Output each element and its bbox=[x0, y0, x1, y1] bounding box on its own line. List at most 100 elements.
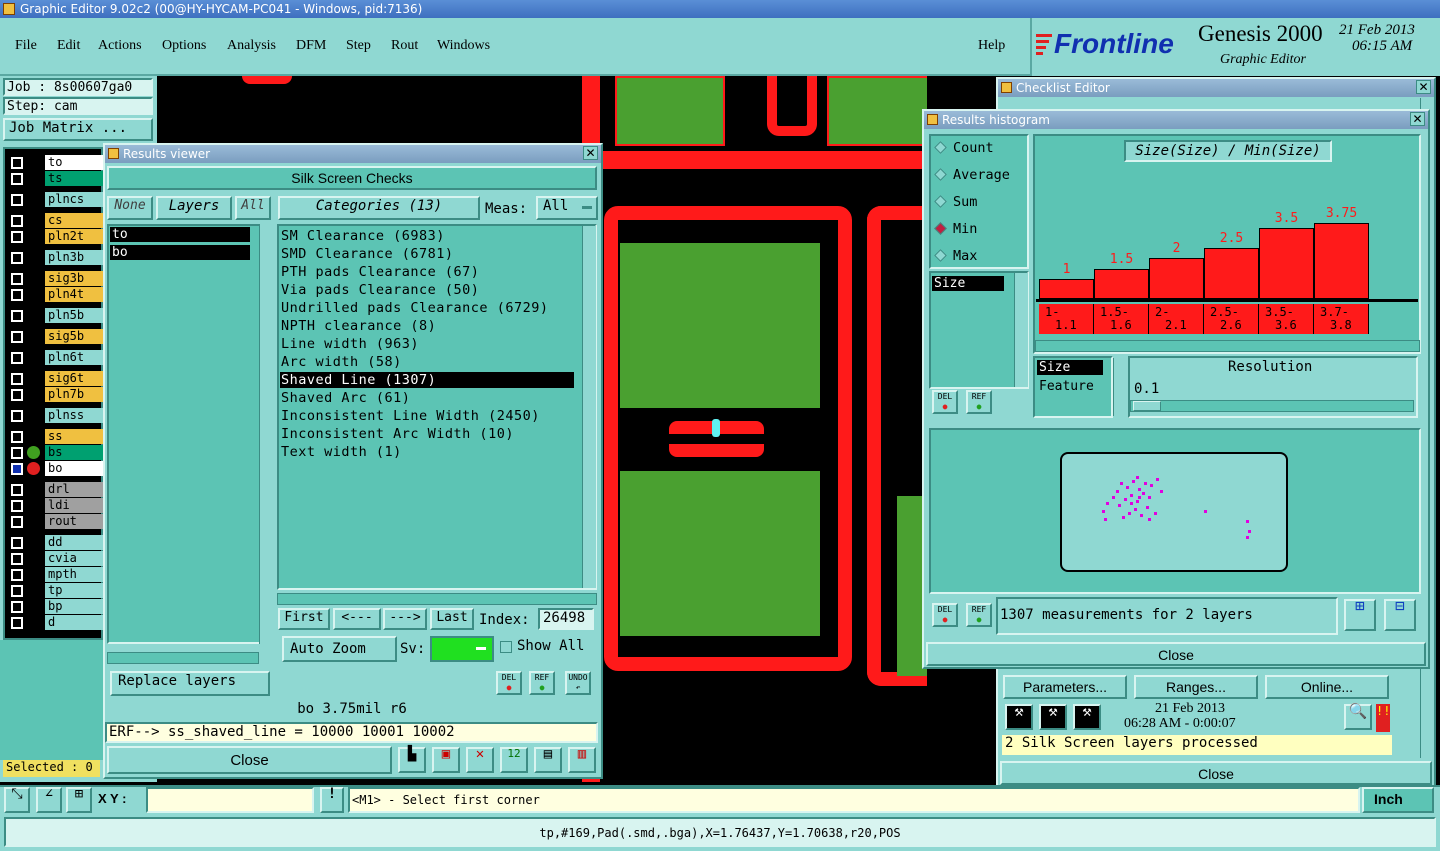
layer-checkbox[interactable] bbox=[11, 173, 23, 185]
layer-row[interactable]: sig3b bbox=[6, 271, 106, 286]
layer-checkbox[interactable] bbox=[11, 231, 23, 243]
category-item[interactable]: Shaved Arc (61) bbox=[281, 390, 410, 406]
auto-zoom-select[interactable]: Auto Zoom bbox=[282, 636, 397, 662]
category-item[interactable]: Shaved Line (1307) bbox=[281, 372, 436, 388]
dist-ref-button[interactable]: REF ● bbox=[966, 603, 992, 627]
layer-list-hscroll[interactable] bbox=[107, 652, 259, 664]
layer-checkbox[interactable] bbox=[11, 447, 23, 459]
layer-checkbox[interactable] bbox=[11, 553, 23, 565]
category-item[interactable]: NPTH clearance (8) bbox=[281, 318, 436, 334]
layer-row[interactable]: d bbox=[6, 615, 106, 630]
results-close-button[interactable]: Close bbox=[107, 746, 392, 774]
resolution-slider-handle[interactable] bbox=[1133, 401, 1161, 411]
menu-actions[interactable]: Actions bbox=[98, 38, 142, 54]
menu-step[interactable]: Step bbox=[346, 38, 371, 54]
layers-button[interactable]: Layers bbox=[156, 196, 232, 220]
menu-help[interactable]: Help bbox=[978, 38, 1005, 54]
layer-checkbox[interactable] bbox=[11, 331, 23, 343]
layer-row[interactable]: dd bbox=[6, 535, 106, 550]
menu-windows[interactable]: Windows bbox=[437, 38, 490, 54]
layer-checkbox[interactable] bbox=[11, 410, 23, 422]
ref-button[interactable]: REF ● bbox=[529, 671, 555, 695]
category-hscroll[interactable] bbox=[277, 593, 597, 605]
layer-checkbox[interactable] bbox=[11, 157, 23, 169]
layer-checkbox[interactable] bbox=[11, 252, 23, 264]
histogram-bar[interactable] bbox=[1039, 279, 1094, 299]
layer-checkbox[interactable] bbox=[11, 215, 23, 227]
mode-radio-min[interactable]: Min bbox=[934, 221, 977, 237]
layer-checkbox[interactable] bbox=[11, 500, 23, 512]
resolution-slider[interactable] bbox=[1130, 400, 1414, 412]
all-button[interactable]: All bbox=[235, 196, 271, 220]
layer-row[interactable]: mpth bbox=[6, 567, 106, 582]
first-button[interactable]: First bbox=[278, 608, 330, 630]
show-all-checkbox[interactable] bbox=[500, 641, 512, 653]
index-input[interactable]: 26498 bbox=[538, 608, 594, 630]
category-item[interactable]: Text width (1) bbox=[281, 444, 402, 460]
category-scrollbar[interactable] bbox=[582, 226, 596, 588]
grid-icon[interactable]: ⊞ bbox=[66, 787, 92, 813]
ref-delete-icon[interactable]: ✕ bbox=[466, 747, 494, 773]
layer-view-icon[interactable]: ▣ bbox=[432, 747, 460, 773]
layer-row[interactable]: plncs bbox=[6, 192, 106, 207]
layer-checkbox[interactable] bbox=[11, 273, 23, 285]
last-button[interactable]: Last bbox=[430, 608, 474, 630]
report-icon[interactable]: ▤ bbox=[534, 747, 562, 773]
hist-del-button[interactable]: DEL ● bbox=[932, 390, 958, 414]
category-item[interactable]: Arc width (58) bbox=[281, 354, 402, 370]
size-list-scrollbar[interactable] bbox=[1113, 358, 1127, 416]
layer-row[interactable]: rout bbox=[6, 514, 106, 529]
layer-row[interactable]: pln6t bbox=[6, 350, 106, 365]
parameters-button[interactable]: Parameters... bbox=[1003, 675, 1127, 699]
layer-checkbox[interactable] bbox=[11, 289, 23, 301]
layer-checkbox[interactable] bbox=[11, 484, 23, 496]
export-icon[interactable]: ⊟ bbox=[1384, 598, 1416, 631]
none-button[interactable]: None bbox=[107, 196, 153, 220]
run-selected-icon[interactable]: ⚒ bbox=[1073, 704, 1101, 730]
layer-checkbox[interactable] bbox=[11, 585, 23, 597]
category-item[interactable]: Via pads Clearance (50) bbox=[281, 282, 479, 298]
hist-ref-button[interactable]: REF ● bbox=[966, 390, 992, 414]
layer-row[interactable]: cs bbox=[6, 213, 106, 228]
close-icon[interactable]: ✕ bbox=[1410, 112, 1425, 126]
job-matrix-button[interactable]: Job Matrix ... bbox=[3, 118, 153, 141]
layer-row[interactable]: cvia bbox=[6, 551, 106, 566]
units-select[interactable]: Inch bbox=[1362, 787, 1434, 813]
layer-row[interactable]: sig5b bbox=[6, 329, 106, 344]
chart-hscroll[interactable] bbox=[1035, 340, 1420, 352]
layer-row[interactable]: tp bbox=[6, 583, 106, 598]
layer-row[interactable]: ldi bbox=[6, 498, 106, 513]
category-item[interactable]: Line width (963) bbox=[281, 336, 419, 352]
histogram-icon[interactable]: ▥ bbox=[568, 747, 596, 773]
menu-options[interactable]: Options bbox=[162, 38, 206, 54]
zoom-to-result-icon[interactable]: ⊞ bbox=[1344, 598, 1376, 631]
online-button[interactable]: Online... bbox=[1265, 675, 1389, 699]
close-icon[interactable]: ✕ bbox=[583, 146, 598, 160]
layer-row[interactable]: pln2t bbox=[6, 229, 106, 244]
layer-row[interactable]: to bbox=[6, 155, 106, 170]
mode-radio-sum[interactable]: Sum bbox=[934, 194, 977, 210]
menu-edit[interactable]: Edit bbox=[57, 38, 80, 54]
run-all-icon[interactable]: ⚒ bbox=[1039, 704, 1067, 730]
layer-checkbox[interactable] bbox=[11, 194, 23, 206]
histogram-bar[interactable] bbox=[1204, 248, 1259, 299]
size-item[interactable]: Size bbox=[1037, 360, 1103, 375]
category-item[interactable]: Undrilled pads Clearance (6729) bbox=[281, 300, 548, 316]
feature-item[interactable]: Feature bbox=[1039, 379, 1094, 394]
next-button[interactable]: ---> bbox=[383, 608, 427, 630]
histogram-close-button[interactable]: Close bbox=[926, 642, 1426, 666]
layer-checkbox[interactable] bbox=[11, 373, 23, 385]
menu-dfm[interactable]: DFM bbox=[296, 38, 326, 54]
layer-checkbox[interactable] bbox=[11, 463, 23, 475]
layer-checkbox[interactable] bbox=[11, 617, 23, 629]
histogram-bar[interactable] bbox=[1314, 223, 1369, 299]
undo-button[interactable]: UNDO ↶ bbox=[565, 671, 591, 695]
histogram-bar[interactable] bbox=[1094, 269, 1149, 299]
meas-select[interactable]: All bbox=[536, 196, 598, 220]
layer-row[interactable]: pln5b bbox=[6, 308, 106, 323]
zoom-fit-icon[interactable]: ⤡ bbox=[4, 787, 30, 813]
measure-list-item[interactable]: Size bbox=[932, 276, 1004, 291]
layer-row[interactable]: ts bbox=[6, 171, 106, 186]
run-icon[interactable]: ⚒ bbox=[1005, 704, 1033, 730]
category-item[interactable]: Inconsistent Arc Width (10) bbox=[281, 426, 514, 442]
